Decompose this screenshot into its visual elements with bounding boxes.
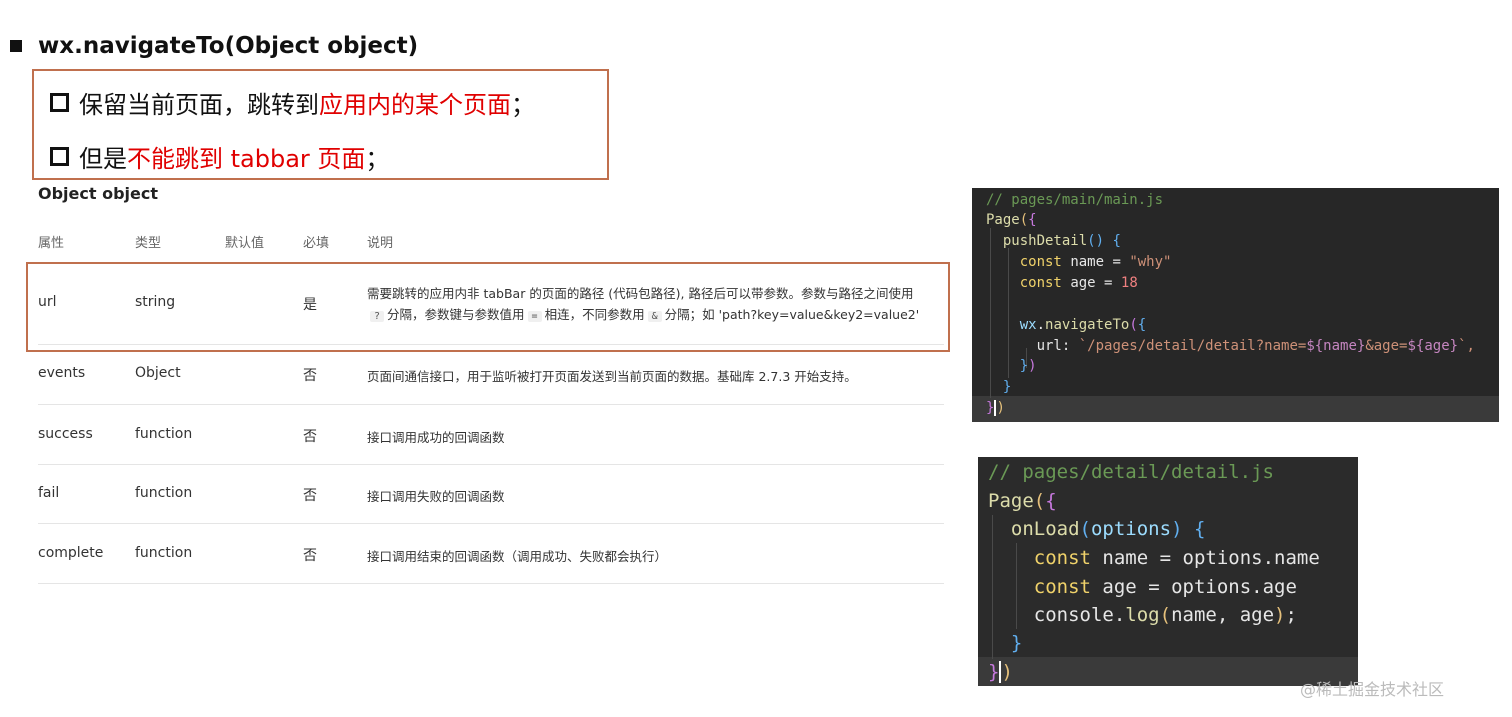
row-fail-name: fail <box>38 485 60 501</box>
row-fail-type: function <box>135 485 193 501</box>
code-line: Page({ <box>988 490 1057 512</box>
note-1-prefix: 保留当前页面，跳转到 <box>79 91 319 119</box>
code-line: onLoad(options) { <box>1010 518 1206 540</box>
row-divider <box>38 523 944 524</box>
row-success-type: function <box>135 426 193 442</box>
row-success-required: 否 <box>303 429 317 445</box>
row-divider <box>38 464 944 465</box>
code-line: const name = options.name <box>1033 547 1320 569</box>
section-title: Object object <box>38 184 159 203</box>
row-divider <box>38 404 944 405</box>
code-line: }) <box>986 400 1005 416</box>
header-required: 必填 <box>303 236 330 251</box>
row-complete-name: complete <box>38 545 104 561</box>
header-default: 默认值 <box>225 236 265 251</box>
row-success-desc: 接口调用成功的回调函数 <box>367 430 505 445</box>
note-1-suffix: ； <box>511 91 535 119</box>
code-line: const age = 18 <box>1019 275 1138 291</box>
row-events-name: events <box>38 365 86 381</box>
row-complete-type: function <box>135 545 193 561</box>
row-complete-required: 否 <box>303 548 317 564</box>
code-line: // pages/main/main.js <box>986 192 1164 208</box>
code-block-main: // pages/main/main.js Page({ pushDetail(… <box>972 188 1499 422</box>
bullet-square-icon <box>10 40 22 52</box>
row-fail-desc: 接口调用失败的回调函数 <box>367 489 505 504</box>
code-line: const age = options.age <box>1033 576 1297 598</box>
header-description: 说明 <box>367 236 394 251</box>
watermark: @稀土掘金技术社区 <box>1300 680 1445 699</box>
header-attribute: 属性 <box>38 236 65 251</box>
code-line: url: `/pages/detail/detail?name=${name}&… <box>1036 338 1475 354</box>
code-line: }) <box>988 661 1013 683</box>
row-complete-desc: 接口调用结束的回调函数（调用成功、失败都会执行） <box>367 549 668 564</box>
code-line: } <box>1010 632 1023 654</box>
code-line: pushDetail() { <box>1002 233 1121 249</box>
code-line: } <box>1002 379 1012 395</box>
code-block-detail: // pages/detail/detail.js Page({ onLoad(… <box>978 457 1358 686</box>
note-1-emphasis: 应用内的某个页面 <box>319 91 511 119</box>
row-events-type: Object <box>135 365 181 381</box>
row-divider <box>38 583 944 584</box>
checkbox-square-icon <box>50 93 69 112</box>
note-line-1: 保留当前页面，跳转到 应用内的某个页面； <box>50 85 535 120</box>
code-line: const name = "why" <box>1019 254 1172 270</box>
row-events-required: 否 <box>303 368 317 384</box>
note-line-2: 但是 不能跳到 tabbar 页面； <box>50 139 389 174</box>
row-events-desc: 页面间通信接口，用于监听被打开页面发送到当前页面的数据。基础库 2.7.3 开始… <box>367 369 857 384</box>
note-2-emphasis: 不能跳到 tabbar 页面 <box>127 145 366 173</box>
page-title-text: wx.navigateTo(Object object) <box>38 33 419 59</box>
code-line: console.log(name, age); <box>1033 604 1297 626</box>
row-success-name: success <box>38 426 93 442</box>
checkbox-square-icon <box>50 147 69 166</box>
url-row-highlight-box <box>26 262 950 352</box>
page-title: wx.navigateTo(Object object) <box>10 30 418 62</box>
code-line: }) <box>1019 358 1037 374</box>
row-fail-required: 否 <box>303 488 317 504</box>
current-line-highlight <box>972 396 1499 422</box>
code-line: // pages/detail/detail.js <box>988 461 1274 483</box>
note-2-prefix: 但是 <box>79 145 127 173</box>
code-line: Page({ <box>986 212 1037 228</box>
row-divider <box>38 344 944 345</box>
header-type: 类型 <box>135 236 162 251</box>
notes-box: 保留当前页面，跳转到 应用内的某个页面； 但是 不能跳到 tabbar 页面； <box>32 69 609 180</box>
note-2-suffix: ； <box>365 145 390 173</box>
code-line: wx.navigateTo({ <box>1019 317 1147 333</box>
